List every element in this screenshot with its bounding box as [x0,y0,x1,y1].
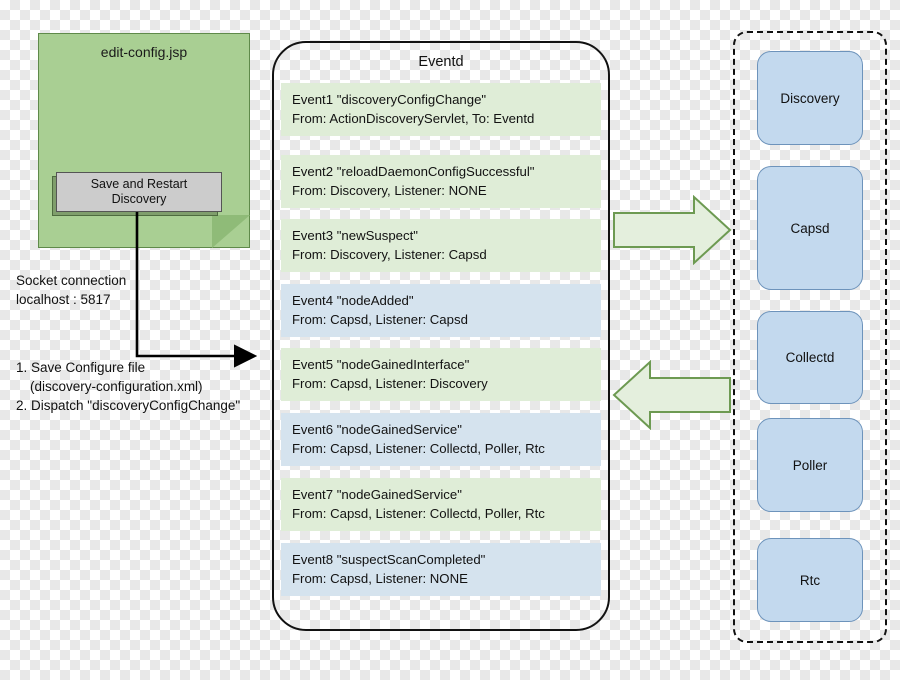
event-row[interactable]: Event5 "nodeGainedInterface" From: Capsd… [281,348,601,401]
event-detail: From: Discovery, Listener: Capsd [292,246,487,262]
page-fold-corner-icon [212,215,250,248]
step-1: 1. Save Configure file [16,360,146,375]
daemon-box-poller[interactable]: Poller [757,418,863,512]
step-2: 2. Dispatch "discoveryConfigChange" [16,398,241,413]
event-name: Event5 "nodeGainedInterface" [292,357,470,372]
daemon-label: Capsd [790,220,830,236]
daemon-label: Collectd [785,350,835,365]
event-row[interactable]: Event1 "discoveryConfigChange" From: Act… [281,83,601,136]
event-row[interactable]: Event3 "newSuspect" From: Discovery, Lis… [281,219,601,272]
steps-note: 1. Save Configure file (discovery-config… [16,358,286,415]
event-name: Event8 "suspectScanCompleted" [292,552,486,567]
daemon-box-rtc[interactable]: Rtc [757,538,863,622]
arrow-right-icon [613,195,732,265]
save-and-restart-discovery-button[interactable]: Save and Restart Discovery [56,172,222,212]
socket-note-line2: localhost : 5817 [16,292,111,307]
daemon-box-discovery[interactable]: Discovery [757,51,863,145]
daemon-label: Discovery [780,90,840,106]
event-row[interactable]: Event8 "suspectScanCompleted" From: Caps… [281,543,601,596]
event-detail: From: Capsd, Listener: Discovery [292,375,488,391]
event-name: Event4 "nodeAdded" [292,293,414,308]
daemon-box-collectd[interactable]: Collectd [757,311,863,404]
event-detail: From: Capsd, Listener: Collectd, Poller,… [292,440,545,456]
event-row[interactable]: Event2 "reloadDaemonConfigSuccessful" Fr… [281,155,601,208]
event-name: Event1 "discoveryConfigChange" [292,92,487,107]
event-row[interactable]: Event4 "nodeAdded" From: Capsd, Listener… [281,284,601,337]
save-button-line1: Save and Restart [90,177,188,191]
daemon-box-capsd[interactable]: Capsd [757,166,863,290]
step-1-detail: (discovery-configuration.xml) [30,379,203,394]
event-detail: From: Capsd, Listener: NONE [292,570,468,586]
save-button-line2: Discovery [111,192,167,206]
event-detail: From: Capsd, Listener: Capsd [292,311,468,327]
event-name: Event2 "reloadDaemonConfigSuccessful" [292,164,535,179]
daemon-label: Poller [792,457,828,473]
socket-connection-note: Socket connection localhost : 5817 [16,271,246,309]
daemon-label: Rtc [799,572,821,588]
event-name: Event6 "nodeGainedService" [292,422,462,437]
jsp-title: edit-config.jsp [100,44,188,60]
eventd-title: Eventd [418,54,464,70]
diagram-canvas: edit-config.jsp Save and Restart Discove… [0,0,900,680]
arrow-left-icon [612,360,731,430]
event-name: Event3 "newSuspect" [292,228,418,243]
event-row[interactable]: Event7 "nodeGainedService" From: Capsd, … [281,478,601,531]
socket-note-line1: Socket connection [16,273,127,288]
event-detail: From: ActionDiscoveryServlet, To: Eventd [292,110,535,126]
event-name: Event7 "nodeGainedService" [292,487,462,502]
event-detail: From: Capsd, Listener: Collectd, Poller,… [292,505,545,521]
event-row[interactable]: Event6 "nodeGainedService" From: Capsd, … [281,413,601,466]
event-detail: From: Discovery, Listener: NONE [292,182,487,198]
